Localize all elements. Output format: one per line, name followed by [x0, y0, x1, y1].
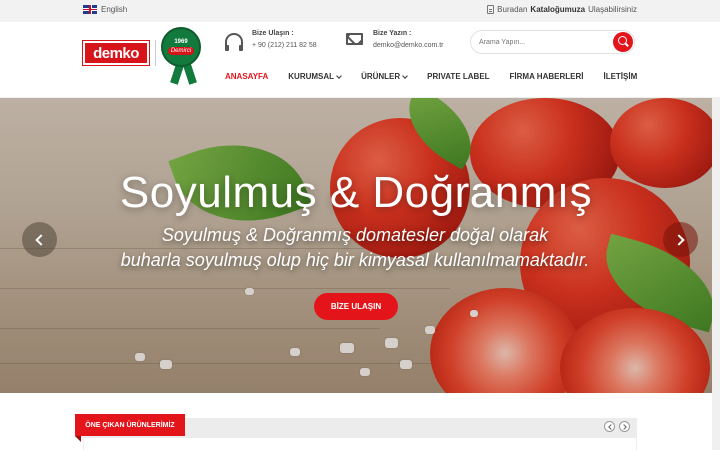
hero-subtitle-line: buharla soyulmuş olup hiç bir kimyasal k… [120, 250, 590, 270]
hero-subtitle-line: Soyulmuş & Doğranmış domatesler doğal ol… [161, 225, 549, 245]
nav-item-anasayfa[interactable]: ANASAYFA [225, 72, 268, 81]
chevron-down-icon [402, 72, 409, 79]
catalog-strong: Kataloğumuza [530, 5, 586, 14]
phone-value[interactable]: + 90 (212) 211 82 58 [252, 42, 317, 49]
nav-item-private-label[interactable]: PRIVATE LABEL [427, 72, 489, 81]
nav-item-kurumsal[interactable]: KURUMSAL [288, 72, 342, 81]
slider-prev-arrow-icon[interactable] [22, 222, 57, 257]
catalog-prefix: Buradan [497, 5, 528, 14]
demirci-badge-logo: 1969 Demirci [161, 27, 201, 67]
phone-title: Bize Ulaşın : [252, 30, 294, 37]
hero-subtitle: Soyulmuş & Doğranmış domatesler doğal ol… [100, 223, 610, 273]
email-title: Bize Yazın : [373, 30, 412, 37]
nav-label: ÜRÜNLER [361, 72, 401, 81]
document-icon [487, 5, 495, 14]
language-selector[interactable]: English [83, 5, 127, 14]
nav-label: KURUMSAL [288, 72, 335, 81]
badge-year: 1969 [174, 39, 188, 45]
contact-us-button[interactable]: BİZE ULAŞIN [314, 293, 398, 320]
chevron-down-icon [336, 72, 342, 79]
slider-next-arrow-icon[interactable] [663, 222, 698, 257]
email-value[interactable]: demko@demko.com.tr [373, 42, 444, 49]
badge-name: Demirci [167, 47, 195, 55]
nav-item-firma-haberleri[interactable]: FİRMA HABERLERİ [510, 72, 584, 81]
demko-logo[interactable]: demko [82, 40, 150, 66]
hero-slider: Soyulmuş & Doğranmış Soyulmuş & Doğranmı… [0, 98, 712, 393]
main-nav: ANASAYFA KURUMSAL ÜRÜNLER PRIVATE LABEL … [225, 72, 657, 81]
email-contact: Bize Yazın : demko@demko.com.tr [373, 30, 444, 49]
featured-tab[interactable]: ÖNE ÇIKAN ÜRÜNLERİMİZ [75, 414, 185, 442]
nav-label: İLETİŞİM [603, 72, 638, 81]
phone-contact: Bize Ulaşın : + 90 (212) 211 82 58 [252, 30, 317, 49]
envelope-icon [346, 33, 363, 45]
language-label: English [101, 5, 128, 14]
carousel-next-icon[interactable] [619, 421, 630, 432]
carousel-prev-icon[interactable] [604, 421, 615, 432]
headset-icon [225, 33, 243, 51]
page-scrollbar[interactable] [712, 98, 720, 450]
nav-label: FİRMA HABERLERİ [509, 72, 584, 81]
search-input[interactable] [479, 36, 609, 49]
site-header: demko 1969 Demirci Bize Ulaşın : + 90 (2… [0, 22, 720, 98]
featured-body [83, 438, 637, 450]
nav-label: ANASAYFA [225, 72, 269, 81]
top-bar: English Buradan Kataloğumuza Ulaşabilirs… [0, 0, 720, 22]
nav-item-iletisim[interactable]: İLETİŞİM [603, 72, 637, 81]
logo-divider [155, 40, 156, 66]
nav-label: PRIVATE LABEL [427, 72, 490, 81]
search-button[interactable] [613, 32, 633, 52]
catalog-suffix: Ulaşabilirsiniz [588, 5, 637, 14]
nav-item-urunler[interactable]: ÜRÜNLER [361, 72, 409, 81]
catalog-link[interactable]: Buradan Kataloğumuza Ulaşabilirsiniz [487, 5, 637, 14]
uk-flag-icon [83, 5, 97, 14]
search-box [470, 30, 635, 54]
featured-products-section: ÖNE ÇIKAN ÜRÜNLERİMİZ [75, 414, 637, 450]
hero-title: Soyulmuş & Doğranmış [119, 168, 593, 217]
